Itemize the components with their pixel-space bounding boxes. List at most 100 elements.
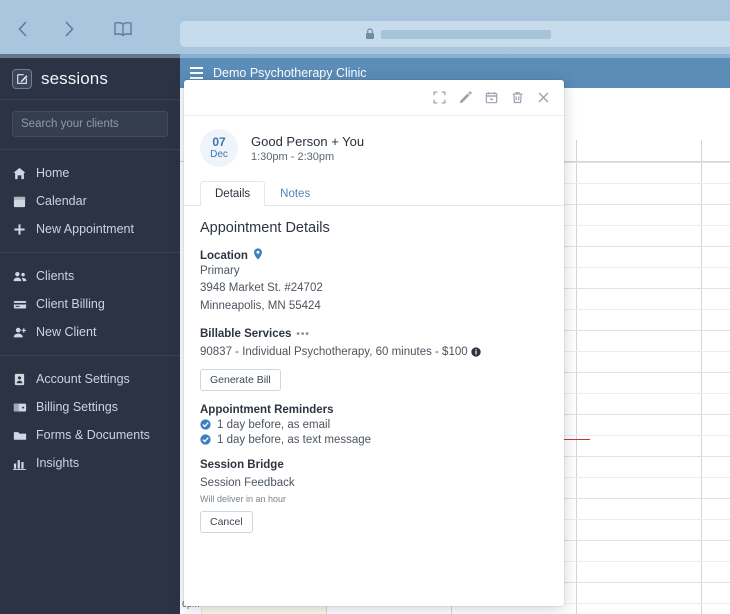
check-circle-icon [200, 419, 211, 430]
sidebar-item-home[interactable]: Home [0, 159, 180, 187]
reminder-text: 1 day before, as text message [217, 434, 371, 446]
folder-icon [12, 429, 27, 442]
lock-icon [365, 28, 375, 40]
search-input[interactable] [12, 111, 168, 137]
appointment-title: Good Person + You [251, 134, 364, 149]
session-bridge-block: Session Bridge Session Feedback Will del… [200, 459, 548, 533]
id-badge-icon [12, 373, 27, 386]
chevron-right-icon [62, 19, 76, 39]
sidebar-item-label: Billing Settings [36, 400, 118, 414]
calendar-day-column[interactable] [577, 162, 702, 614]
sidebar-item-clients[interactable]: Clients [0, 262, 180, 290]
date-month: Dec [210, 149, 228, 160]
sidebar-item-label: Account Settings [36, 372, 130, 386]
expand-icon[interactable] [433, 91, 446, 104]
modal-toolbar [184, 80, 564, 116]
appointment-summary: Good Person + You 1:30pm - 2:30pm [251, 134, 364, 163]
back-button[interactable] [0, 9, 46, 49]
sidebar-item-new-client[interactable]: New Client [0, 318, 180, 346]
location-kind: Primary [200, 263, 548, 280]
nav-group-settings: Account Settings Billing Settings Forms … [0, 355, 180, 486]
sidebar-item-label: Calendar [36, 194, 87, 208]
billable-service-row: 90837 - Individual Psychotherapy, 60 min… [200, 344, 548, 361]
appointment-header: 07 Dec Good Person + You 1:30pm - 2:30pm [184, 116, 564, 178]
billable-services-label: Billable Services [200, 328, 291, 340]
brand[interactable]: sessions [0, 58, 180, 100]
sidebar: sessions Home Calendar [0, 58, 180, 614]
appointment-time-range: 1:30pm - 2:30pm [251, 151, 364, 163]
tab-details[interactable]: Details [200, 181, 265, 206]
pencil-icon[interactable] [459, 91, 472, 104]
home-icon [12, 167, 27, 180]
appointment-modal: 07 Dec Good Person + You 1:30pm - 2:30pm… [184, 80, 564, 606]
bar-chart-icon [12, 457, 27, 470]
map-pin-icon [253, 248, 263, 263]
sidebar-item-insights[interactable]: Insights [0, 449, 180, 477]
sidebar-item-label: Clients [36, 269, 74, 283]
calendar-cancel-icon[interactable] [485, 91, 498, 104]
appointment-date-badge: 07 Dec [200, 129, 238, 167]
screen-root: sessions Home Calendar [0, 0, 730, 614]
address-bar[interactable] [180, 21, 730, 47]
sidebar-item-label: New Client [36, 325, 96, 339]
modal-tabs: Details Notes [184, 180, 564, 206]
sidebar-item-label: New Appointment [36, 222, 134, 236]
reminders-label: Appointment Reminders [200, 404, 548, 416]
chevron-left-icon [16, 19, 30, 39]
book-icon [113, 20, 133, 38]
user-plus-icon [12, 326, 27, 339]
session-bridge-label: Session Bridge [200, 459, 548, 471]
users-icon [12, 270, 27, 283]
reminder-item: 1 day before, as text message [200, 434, 548, 446]
location-block: Location Primary 3948 Market St. #24702 … [200, 248, 548, 315]
sidebar-item-new-appointment[interactable]: New Appointment [0, 215, 180, 243]
sidebar-item-forms-documents[interactable]: Forms & Documents [0, 421, 180, 449]
appointment-reminders-block: Appointment Reminders 1 day before, as e… [200, 404, 548, 446]
billable-service-text: 90837 - Individual Psychotherapy, 60 min… [200, 346, 468, 358]
sidebar-item-client-billing[interactable]: Client Billing [0, 290, 180, 318]
sidebar-item-label: Client Billing [36, 297, 105, 311]
trash-icon[interactable] [511, 91, 524, 104]
generate-bill-button[interactable]: Generate Bill [200, 369, 281, 391]
reminder-text: 1 day before, as email [217, 419, 330, 431]
hamburger-icon[interactable] [190, 67, 203, 79]
wallet-icon [12, 401, 27, 414]
session-bridge-item: Session Feedback [200, 475, 548, 492]
nav-group-clients: Clients Client Billing New Client [0, 252, 180, 355]
location-label-row: Location [200, 248, 548, 263]
bookmarks-button[interactable] [100, 9, 146, 49]
modal-body: Appointment Details Location Primary 394… [184, 206, 564, 533]
location-label: Location [200, 250, 248, 262]
section-title: Appointment Details [200, 220, 548, 236]
location-address-line1: 3948 Market St. #24702 [200, 280, 548, 297]
search-container [0, 100, 180, 150]
tab-notes[interactable]: Notes [265, 181, 325, 206]
session-bridge-note: Will deliver in an hour [200, 494, 548, 504]
billable-services-block: Billable Services ••• 90837 - Individual… [200, 328, 548, 390]
page-title: Demo Psychotherapy Clinic [213, 66, 367, 80]
sidebar-item-calendar[interactable]: Calendar [0, 187, 180, 215]
ellipsis-icon[interactable]: ••• [296, 329, 310, 340]
billable-label-row: Billable Services ••• [200, 328, 548, 340]
forward-button[interactable] [46, 9, 92, 49]
browser-toolbar [0, 0, 730, 58]
date-day: 07 [212, 136, 225, 149]
close-icon[interactable] [537, 91, 550, 104]
nav-group-primary: Home Calendar New Appointment [0, 150, 180, 252]
cancel-button[interactable]: Cancel [200, 511, 253, 533]
sidebar-item-account-settings[interactable]: Account Settings [0, 365, 180, 393]
brand-label: sessions [41, 69, 108, 89]
sidebar-item-label: Insights [36, 456, 79, 470]
info-icon[interactable] [471, 347, 481, 357]
location-address-line2: Minneapolis, MN 55424 [200, 298, 548, 315]
url-text [381, 30, 551, 39]
sidebar-item-label: Home [36, 166, 69, 180]
plus-icon [12, 223, 27, 236]
sidebar-item-billing-settings[interactable]: Billing Settings [0, 393, 180, 421]
sidebar-item-label: Forms & Documents [36, 428, 150, 442]
calendar-day-header[interactable] [577, 140, 702, 161]
pencil-square-icon [12, 69, 32, 89]
calendar-icon [12, 195, 27, 208]
credit-card-icon [12, 298, 27, 311]
reminder-item: 1 day before, as email [200, 419, 548, 431]
